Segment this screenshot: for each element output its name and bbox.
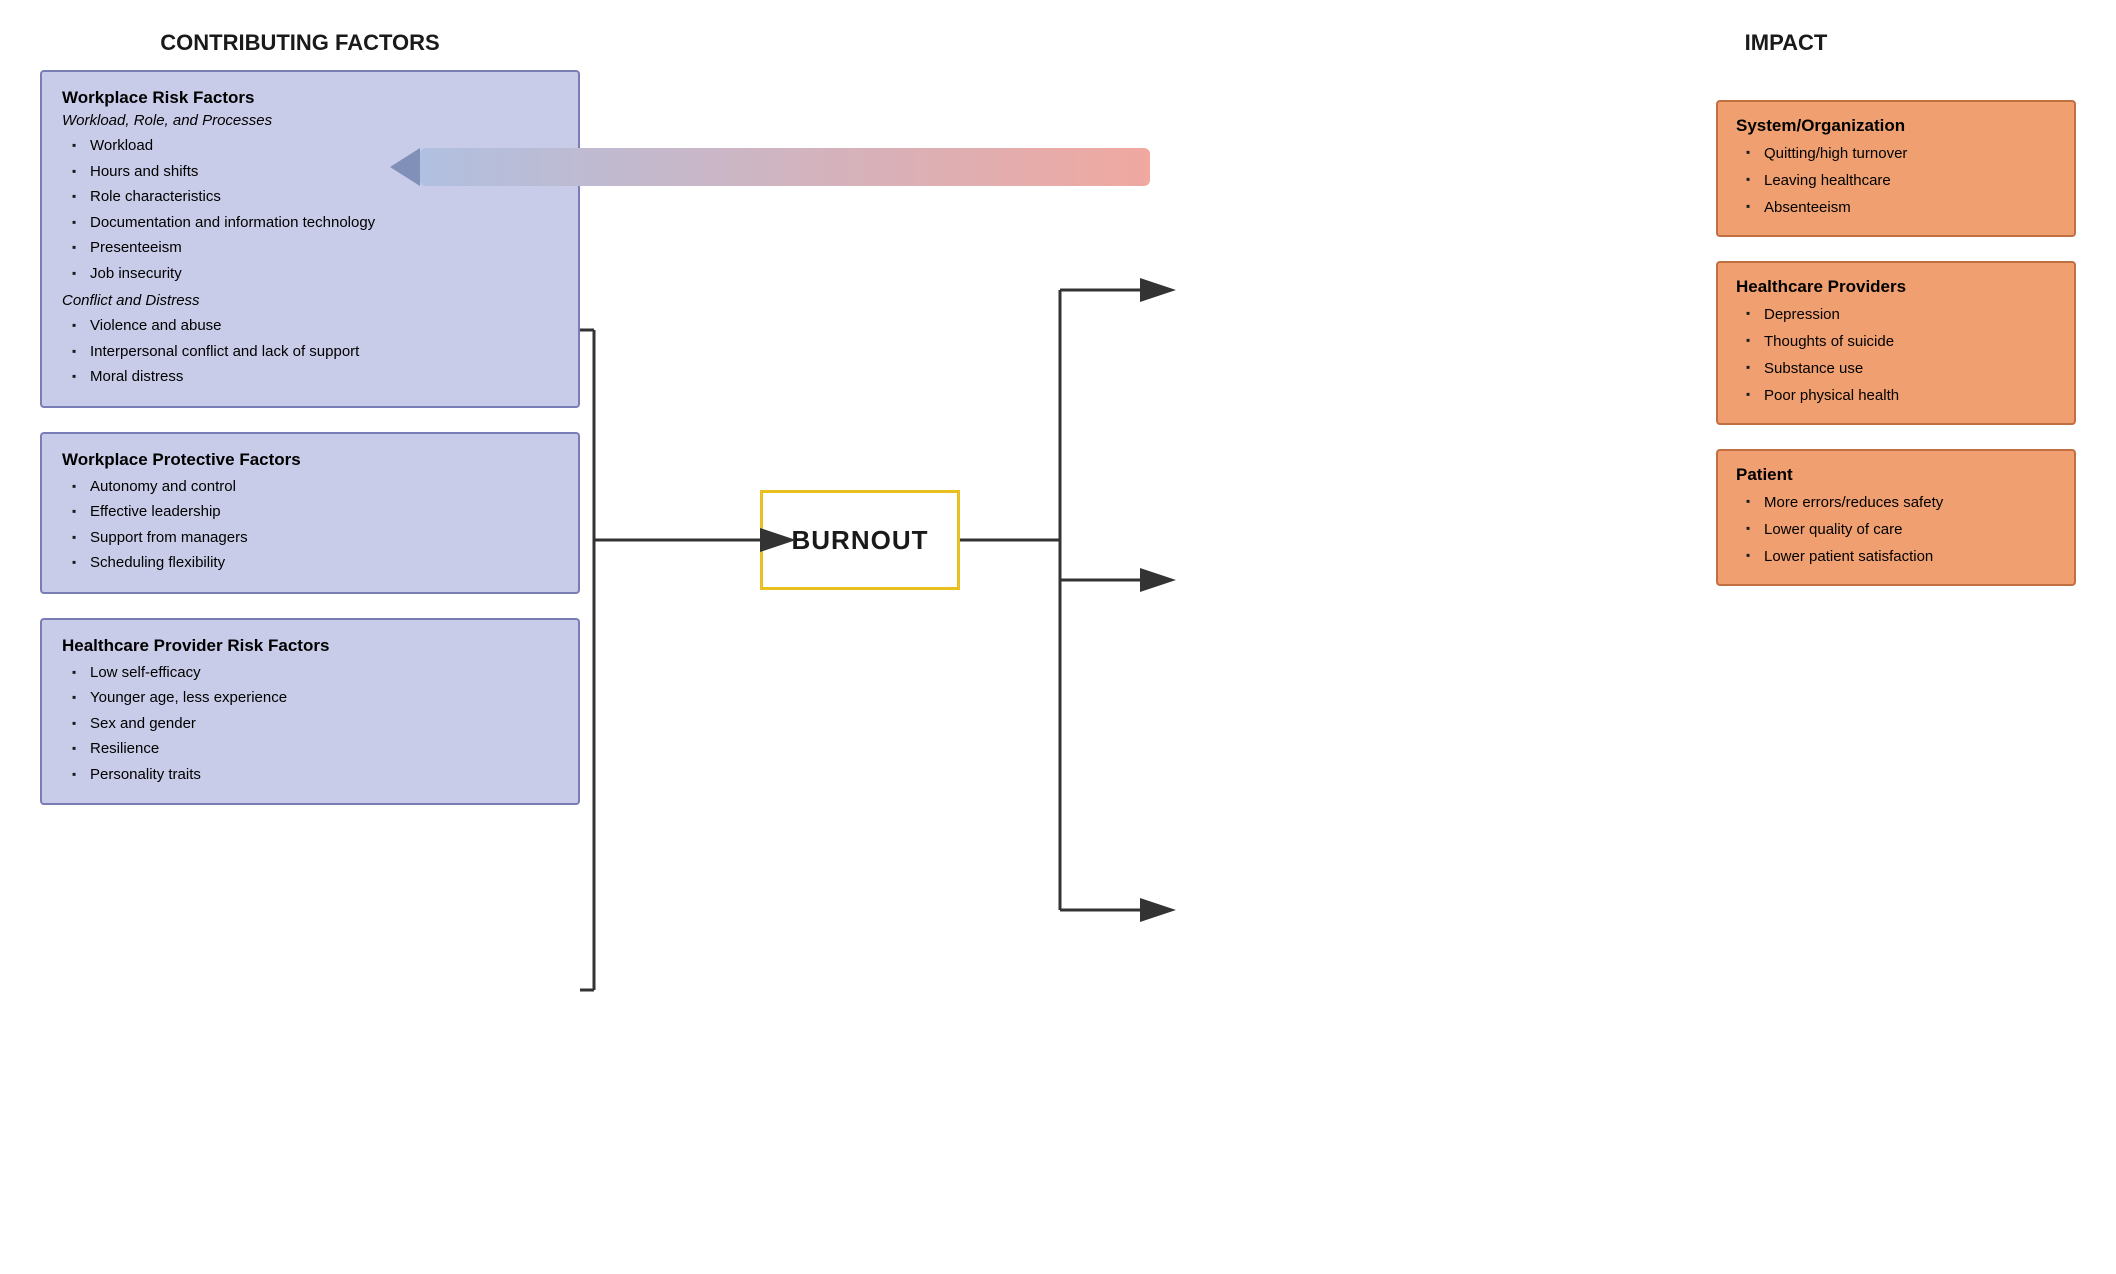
workplace-risk-title: Workplace Risk Factors — [62, 88, 558, 108]
workplace-protective-title: Workplace Protective Factors — [62, 450, 558, 470]
healthcare-providers-title: Healthcare Providers — [1736, 277, 2056, 297]
list-item: Violence and abuse — [72, 313, 558, 339]
list-item: Quitting/high turnover — [1746, 140, 2056, 167]
system-organization-list: Quitting/high turnover Leaving healthcar… — [1736, 140, 2056, 221]
list-item: Resilience — [72, 736, 558, 762]
list-item: Poor physical health — [1746, 382, 2056, 409]
workplace-risk-subtitle1: Workload, Role, and Processes — [62, 112, 558, 129]
list-item: Personality traits — [72, 762, 558, 788]
list-item: Younger age, less experience — [72, 685, 558, 711]
list-item: Autonomy and control — [72, 474, 558, 500]
list-item: Lower quality of care — [1746, 516, 2056, 543]
list-item: Interpersonal conflict and lack of suppo… — [72, 339, 558, 365]
list-item: Moral distress — [72, 364, 558, 390]
system-organization-title: System/Organization — [1736, 116, 2056, 136]
list-item: Role characteristics — [72, 184, 558, 210]
list-item: Lower patient satisfaction — [1746, 543, 2056, 570]
patient-title: Patient — [1736, 465, 2056, 485]
list-item: Absenteeism — [1746, 194, 2056, 221]
contributing-title: CONTRIBUTING FACTORS — [40, 30, 560, 56]
list-item: Job insecurity — [72, 261, 558, 287]
workplace-risk-list2: Violence and abuse Interpersonal conflic… — [62, 313, 558, 390]
list-item: More errors/reduces safety — [1746, 489, 2056, 516]
system-organization-box: System/Organization Quitting/high turnov… — [1716, 100, 2076, 237]
list-item: Documentation and information technology — [72, 210, 558, 236]
feedback-label: Positive feedback = Vicious circle — [420, 148, 692, 168]
workplace-risk-factors-box: Workplace Risk Factors Workload, Role, a… — [40, 70, 580, 408]
list-item: Thoughts of suicide — [1746, 328, 2056, 355]
list-item: Scheduling flexibility — [72, 550, 558, 576]
list-item: Support from managers — [72, 525, 558, 551]
healthcare-providers-list: Depression Thoughts of suicide Substance… — [1736, 301, 2056, 409]
workplace-protective-list: Autonomy and control Effective leadershi… — [62, 474, 558, 576]
burnout-box: BURNOUT — [760, 490, 960, 590]
right-column: System/Organization Quitting/high turnov… — [1716, 100, 2076, 586]
main-container: CONTRIBUTING FACTORS IMPACT Workplace Ri… — [0, 0, 2116, 1274]
list-item: Sex and gender — [72, 711, 558, 737]
healthcare-provider-risk-title: Healthcare Provider Risk Factors — [62, 636, 558, 656]
healthcare-provider-risk-box: Healthcare Provider Risk Factors Low sel… — [40, 618, 580, 806]
left-column: Workplace Risk Factors Workload, Role, a… — [40, 70, 580, 805]
list-item: Depression — [1746, 301, 2056, 328]
healthcare-providers-box: Healthcare Providers Depression Thoughts… — [1716, 261, 2076, 425]
patient-box: Patient More errors/reduces safety Lower… — [1716, 449, 2076, 586]
list-item: Presenteeism — [72, 235, 558, 261]
patient-list: More errors/reduces safety Lower quality… — [1736, 489, 2056, 570]
list-item: Leaving healthcare — [1746, 167, 2056, 194]
healthcare-provider-risk-list: Low self-efficacy Younger age, less expe… — [62, 660, 558, 788]
burnout-label: BURNOUT — [792, 525, 929, 556]
list-item: Substance use — [1746, 355, 2056, 382]
workplace-risk-subtitle2: Conflict and Distress — [62, 292, 558, 309]
workplace-protective-factors-box: Workplace Protective Factors Autonomy an… — [40, 432, 580, 594]
list-item: Low self-efficacy — [72, 660, 558, 686]
impact-title: IMPACT — [1616, 30, 1956, 56]
list-item: Effective leadership — [72, 499, 558, 525]
